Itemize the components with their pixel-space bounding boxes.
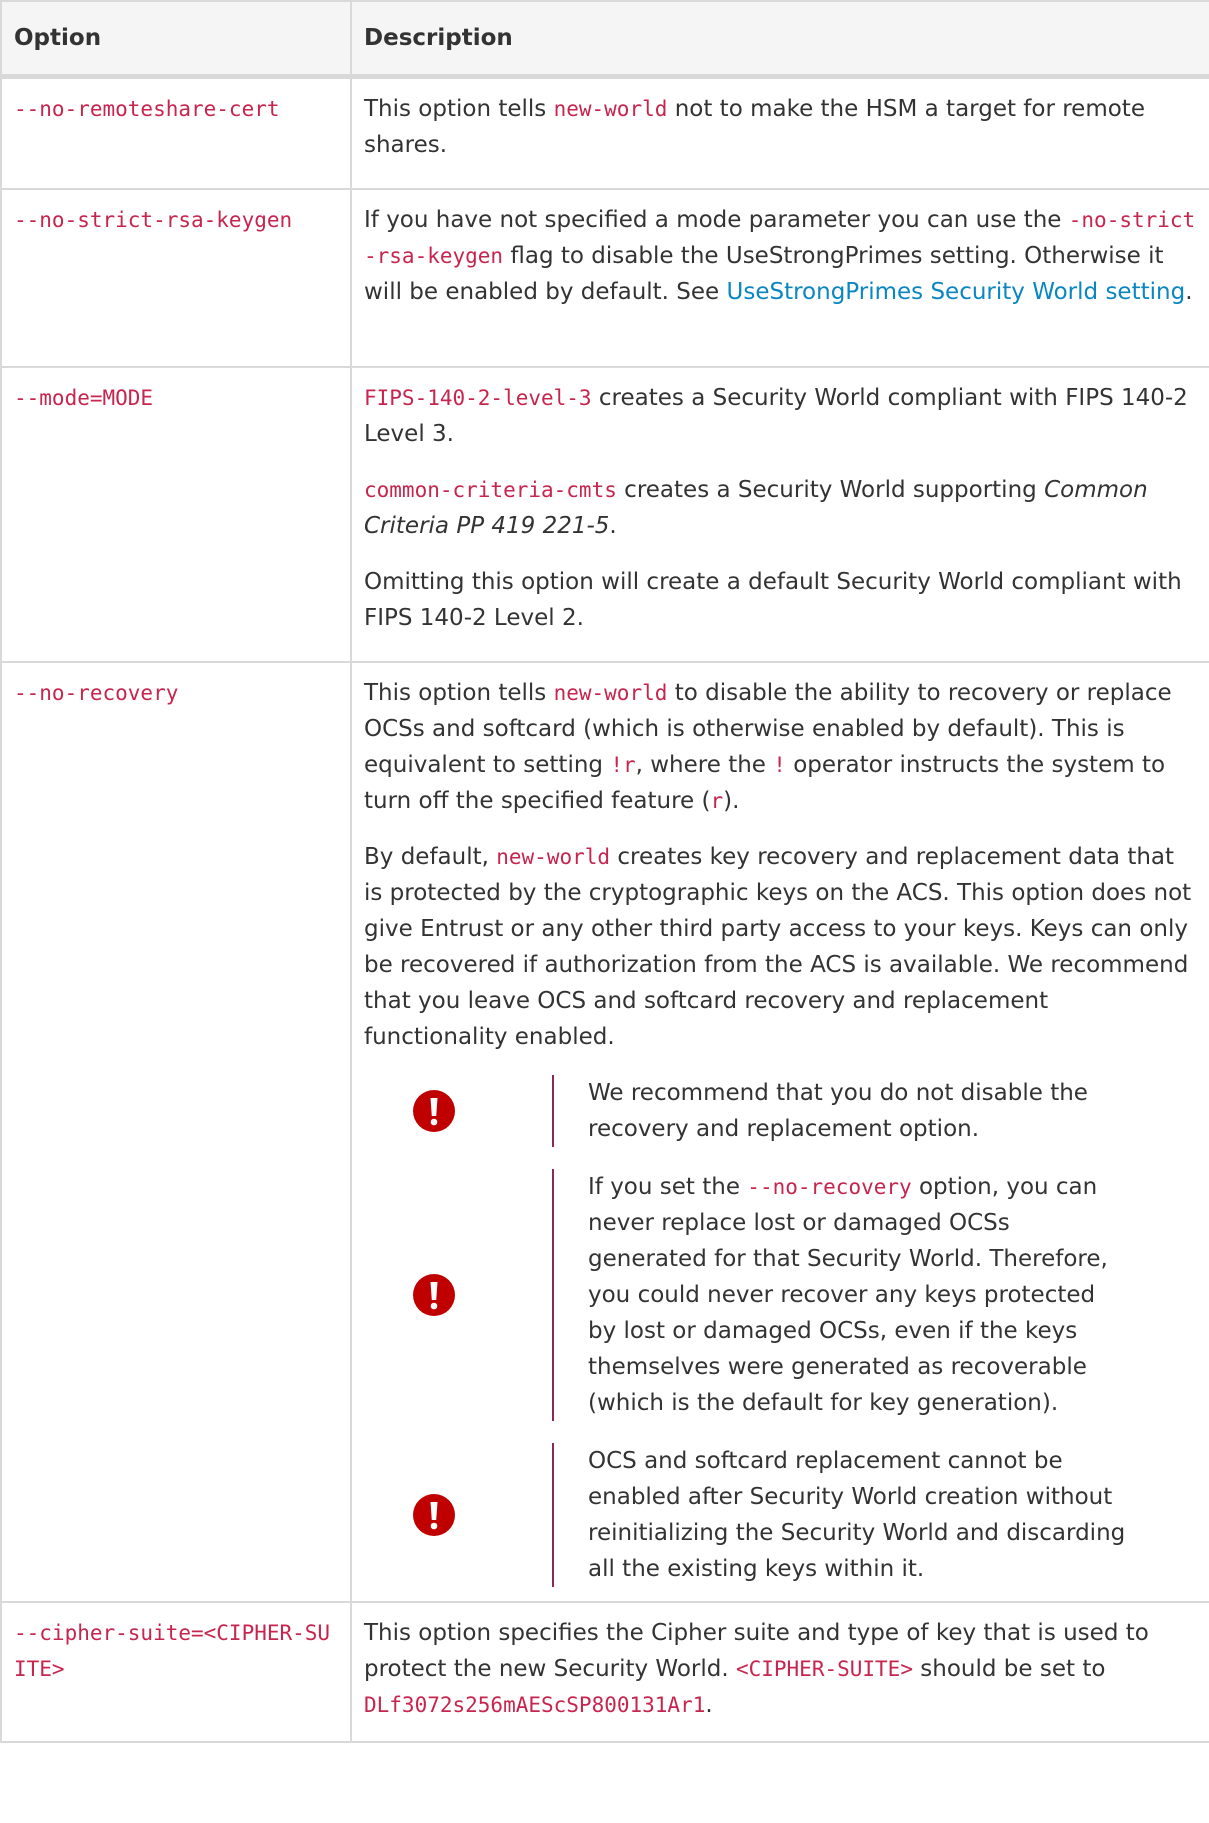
header-option: Option [0,0,352,79]
warning-note: OCS and softcard replacement cannot be e… [364,1442,1197,1587]
option-cell: --cipher-suite=<CIPHER-SUITE> [0,1600,352,1743]
note-divider [552,1168,554,1421]
option-cell: --mode=MODE [0,365,352,663]
warning-icon-wrap [364,1493,552,1537]
text: creates a Security World supporting [616,476,1045,503]
text: . [705,1691,713,1718]
text: . [1185,278,1193,305]
text: ). [723,787,740,814]
option-cell: --no-remoteshare-cert [0,75,352,190]
text: If you set the [588,1173,748,1200]
text: By default, [364,843,497,870]
note-divider [552,1442,554,1587]
inline-code: DLf3072s256mAEScSP800131Ar1 [364,1692,706,1717]
warning-note: We recommend that you do not disable the… [364,1074,1197,1147]
note-text: We recommend that you do not disable the… [588,1079,1088,1142]
table-header-row: Option Description [0,0,1209,79]
text: , where the [635,751,774,778]
option-name: --no-remoteshare-cert [14,97,280,121]
exclamation-circle-icon [413,1089,455,1132]
description-text: Omitting this option will create a defau… [364,564,1197,636]
text: This option tells [364,679,554,706]
inline-code: new-world [496,844,611,869]
table-row: --no-strict-rsa-keygen If you have not s… [0,187,1209,368]
table-row: --cipher-suite=<CIPHER-SUITE> This optio… [0,1600,1209,1743]
option-cell: --no-recovery [0,660,352,1603]
exclamation-circle-icon [413,1493,455,1536]
exclamation-circle-icon [413,1273,455,1316]
text: If you have not specified a mode paramet… [364,206,1069,233]
option-name: --no-strict-rsa-keygen [14,207,293,232]
text: This option tells [364,96,554,122]
description-text: This option tells new-world to disable t… [364,675,1197,819]
table-row: --mode=MODE FIPS-140-2-level-3 creates a… [0,365,1209,663]
table-row: --no-remoteshare-cert This option tells … [0,75,1209,190]
option-name: --no-recovery [14,680,179,705]
description-text: If you have not specified a mode paramet… [364,202,1197,310]
inline-code: <CIPHER-SUITE> [735,1656,913,1681]
usestrongprimes-link[interactable]: UseStrongPrimes Security World setting [727,279,1186,305]
text: option, you can never replace lost or da… [588,1173,1108,1416]
option-name: --cipher-suite=<CIPHER-SUITE> [14,1620,331,1681]
description-text: common-criteria-cmts creates a Security … [364,472,1197,544]
warning-note: If you set the --no-recovery option, you… [364,1168,1197,1421]
inline-code: common-criteria-cmts [364,477,617,502]
note-divider [552,1074,554,1147]
text: . [609,512,617,539]
description-text: By default, new-world creates key recove… [364,839,1197,1055]
inline-code: FIPS-140-2-level-3 [364,385,592,410]
warning-icon-wrap [364,1089,552,1133]
description-cell: This option specifies the Cipher suite a… [350,1600,1209,1743]
inline-code: !r [610,752,636,777]
option-name: --mode=MODE [14,385,154,410]
inline-code: ! [773,752,786,777]
description-cell: FIPS-140-2-level-3 creates a Security Wo… [350,365,1209,663]
description-text: This option tells new-world not to make … [364,91,1197,163]
inline-code: new-world [553,680,668,705]
inline-code: r [710,788,724,813]
description-text: This option specifies the Cipher suite a… [364,1615,1197,1723]
text: Omitting this option will create a defau… [364,568,1182,631]
description-text: FIPS-140-2-level-3 creates a Security Wo… [364,380,1197,452]
description-cell: This option tells new-world to disable t… [350,660,1209,1603]
text: creates key recovery and replacement dat… [364,843,1192,1050]
description-cell: This option tells new-world not to make … [350,75,1209,190]
table-row: --no-recovery This option tells new-worl… [0,660,1209,1603]
inline-code: --no-recovery [747,1174,912,1199]
option-cell: --no-strict-rsa-keygen [0,187,352,368]
options-table: Option Description --no-remoteshare-cert… [0,0,1209,1743]
note-text: If you set the --no-recovery option, you… [588,1169,1128,1421]
text: should be set to [912,1655,1106,1682]
header-description: Description [350,0,1209,79]
note-text: OCS and softcard replacement cannot be e… [588,1447,1126,1582]
description-cell: If you have not specified a mode paramet… [350,187,1209,368]
warning-icon-wrap [364,1273,552,1317]
inline-code: new-world [553,97,668,121]
